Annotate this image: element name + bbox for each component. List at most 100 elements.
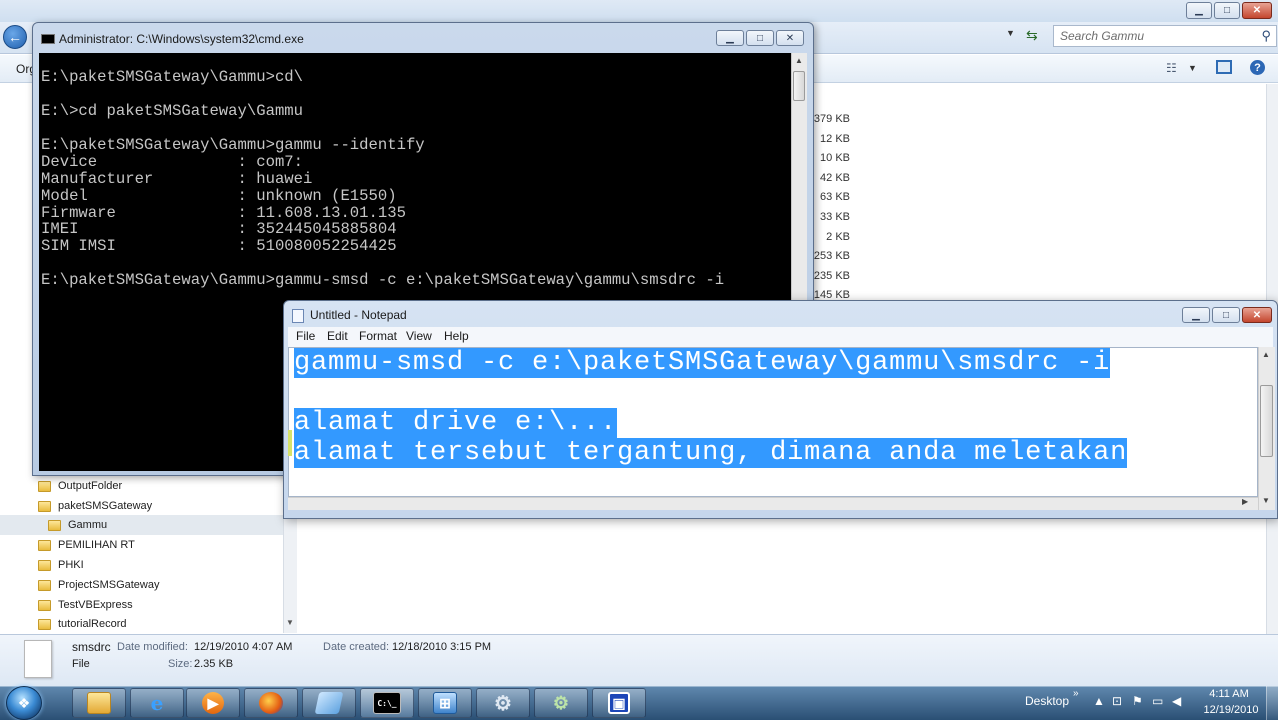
scroll-up-icon[interactable]: ▲ bbox=[1262, 350, 1270, 359]
network-icon: ⊞ bbox=[433, 692, 457, 714]
views-dropdown-icon[interactable]: ▼ bbox=[1188, 63, 1197, 73]
views-icon[interactable]: ☷ bbox=[1166, 61, 1177, 75]
maximize-button[interactable]: □ bbox=[1214, 2, 1240, 19]
taskbar-settings-button[interactable]: ⚙ bbox=[476, 688, 530, 718]
taskbar-cmd-button[interactable]: C:\_ bbox=[360, 688, 414, 718]
back-button[interactable]: ← bbox=[3, 25, 27, 49]
minimize-icon: ▁ bbox=[1192, 309, 1200, 321]
cmd-icon: C:\_ bbox=[373, 692, 401, 714]
tree-item-projectsmsgateway[interactable]: ProjectSMSGateway bbox=[38, 575, 283, 595]
close-button[interactable]: ✕ bbox=[1242, 2, 1272, 19]
file-name: smsdrc bbox=[72, 640, 111, 654]
notepad-horizontal-scrollbar[interactable] bbox=[288, 497, 1258, 510]
cmd-window-controls: ▁ □ ✕ bbox=[716, 30, 804, 46]
scroll-up-icon[interactable]: ▲ bbox=[795, 56, 803, 65]
tree-item-label: tutorialRecord bbox=[58, 618, 127, 630]
file-type: File bbox=[72, 658, 90, 670]
notepad-text-area[interactable]: gammu-smsd -c e:\paketSMSGateway\gammu\s… bbox=[288, 347, 1258, 497]
maximize-icon: □ bbox=[756, 32, 764, 44]
notepad-maximize-button[interactable]: □ bbox=[1212, 307, 1240, 323]
text-line: gammu-smsd -c e:\paketSMSGateway\gammu\s… bbox=[294, 348, 1111, 378]
chevron-icon[interactable]: » bbox=[1073, 688, 1079, 699]
help-icon[interactable]: ? bbox=[1250, 60, 1265, 75]
scroll-right-icon[interactable]: ▶ bbox=[1242, 497, 1248, 506]
explorer-titlebar bbox=[0, 0, 1278, 22]
maximize-icon: □ bbox=[1223, 5, 1231, 16]
console-line: IMEI : 352445045885804 bbox=[41, 220, 397, 238]
cmd-title: Administrator: C:\Windows\system32\cmd.e… bbox=[59, 32, 304, 46]
window-icon: ▣ bbox=[608, 692, 630, 714]
tree-item-testvbexpress[interactable]: TestVBExpress bbox=[38, 595, 283, 615]
tree-item-phki[interactable]: PHKI bbox=[38, 555, 283, 575]
menu-help[interactable]: Help bbox=[444, 329, 469, 343]
search-input[interactable]: Search Gammu ⚲ bbox=[1053, 25, 1277, 47]
flag-icon[interactable]: ⚑ bbox=[1132, 694, 1143, 708]
show-hidden-icons-icon[interactable]: ▲ bbox=[1093, 694, 1105, 708]
taskbar-firefox-button[interactable] bbox=[244, 688, 298, 718]
preview-pane-icon[interactable] bbox=[1216, 60, 1232, 74]
menu-view[interactable]: View bbox=[406, 329, 432, 343]
tree-item-paketsmsgateway[interactable]: paketSMSGateway bbox=[38, 496, 283, 516]
notepad-minimize-button[interactable]: ▁ bbox=[1182, 307, 1210, 323]
scroll-down-icon[interactable]: ▼ bbox=[286, 618, 294, 627]
tree-item-tutorialrecord[interactable]: tutorialRecord bbox=[38, 614, 283, 634]
date-created-value: 12/18/2010 3:15 PM bbox=[392, 641, 492, 653]
date-created-label: Date created: bbox=[323, 641, 390, 653]
console-line: Manufacturer : huawei bbox=[41, 170, 313, 188]
network-tray-icon[interactable]: ⊡ bbox=[1112, 694, 1122, 708]
date-modified-value: 12/19/2010 4:07 AM bbox=[194, 641, 293, 653]
folder-icon bbox=[38, 559, 51, 571]
tree-item-outputfolder[interactable]: OutputFolder bbox=[38, 476, 283, 496]
cmd-maximize-button[interactable]: □ bbox=[746, 30, 774, 46]
taskbar-window-button[interactable]: ▣ bbox=[592, 688, 646, 718]
folder-icon bbox=[38, 480, 51, 492]
file-icon bbox=[24, 640, 52, 678]
notepad-scroll-thumb[interactable] bbox=[1260, 385, 1273, 457]
console-line: E:\paketSMSGateway\Gammu>gammu --identif… bbox=[41, 136, 425, 154]
desktop-toolbar-label[interactable]: Desktop bbox=[1025, 694, 1069, 708]
speaker-icon[interactable]: ◀ bbox=[1172, 694, 1181, 708]
taskbar-explorer-button[interactable] bbox=[72, 688, 126, 718]
notepad-close-button[interactable]: ✕ bbox=[1242, 307, 1272, 323]
taskbar-ie-button[interactable]: e bbox=[130, 688, 184, 718]
refresh-icon[interactable]: ⇆ bbox=[1026, 27, 1038, 44]
explorer-window-controls: ▁ □ ✕ bbox=[1186, 2, 1272, 19]
cmd-scroll-thumb[interactable] bbox=[793, 71, 805, 101]
taskbar-tools-button[interactable]: ⚙ bbox=[534, 688, 588, 718]
notepad-icon bbox=[292, 309, 304, 323]
close-icon: ✕ bbox=[1252, 5, 1262, 16]
minimize-icon: ▁ bbox=[1195, 5, 1203, 16]
show-desktop-button[interactable] bbox=[1266, 686, 1278, 720]
clock-date[interactable]: 12/19/2010 bbox=[1198, 704, 1264, 716]
address-dropdown-icon[interactable]: ▼ bbox=[1006, 28, 1015, 38]
folder-icon bbox=[38, 500, 51, 512]
windows-logo-icon: ❖ bbox=[17, 695, 31, 711]
tree-item-label: ProjectSMSGateway bbox=[58, 579, 160, 591]
taskbar-network-button[interactable]: ⊞ bbox=[418, 688, 472, 718]
taskbar-media-button[interactable]: ▶ bbox=[186, 688, 240, 718]
back-arrow-icon: ← bbox=[8, 29, 22, 45]
folder-icon bbox=[48, 519, 61, 531]
menu-edit[interactable]: Edit bbox=[327, 329, 348, 343]
text-line: alamat drive e:\... bbox=[294, 408, 618, 438]
cmd-minimize-button[interactable]: ▁ bbox=[716, 30, 744, 46]
selected-text: alamat drive e:\... bbox=[294, 408, 618, 438]
notepad-title: Untitled - Notepad bbox=[310, 308, 407, 322]
clock-time[interactable]: 4:11 AM bbox=[1198, 688, 1260, 700]
scroll-down-icon[interactable]: ▼ bbox=[1262, 496, 1270, 505]
size-label: Size: bbox=[168, 658, 193, 670]
menu-file[interactable]: File bbox=[296, 329, 315, 343]
tree-item-label: paketSMSGateway bbox=[58, 500, 153, 512]
cmd-close-button[interactable]: ✕ bbox=[776, 30, 804, 46]
tree-item-gammu[interactable]: Gammu bbox=[0, 515, 283, 535]
minimize-button[interactable]: ▁ bbox=[1186, 2, 1212, 19]
folder-icon bbox=[87, 692, 111, 714]
cmd-titlebar[interactable]: Administrator: C:\Windows\system32\cmd.e… bbox=[33, 23, 813, 53]
console-line: Model : unknown (E1550) bbox=[41, 187, 397, 205]
search-placeholder: Search Gammu bbox=[1060, 29, 1145, 43]
menu-format[interactable]: Format bbox=[359, 329, 397, 343]
taskbar-app-button[interactable] bbox=[302, 688, 356, 718]
tree-item-pemilihan-rt[interactable]: PEMILIHAN RT bbox=[38, 535, 283, 555]
console-line: Device : com7: bbox=[41, 153, 304, 171]
monitor-icon[interactable]: ▭ bbox=[1152, 694, 1163, 708]
